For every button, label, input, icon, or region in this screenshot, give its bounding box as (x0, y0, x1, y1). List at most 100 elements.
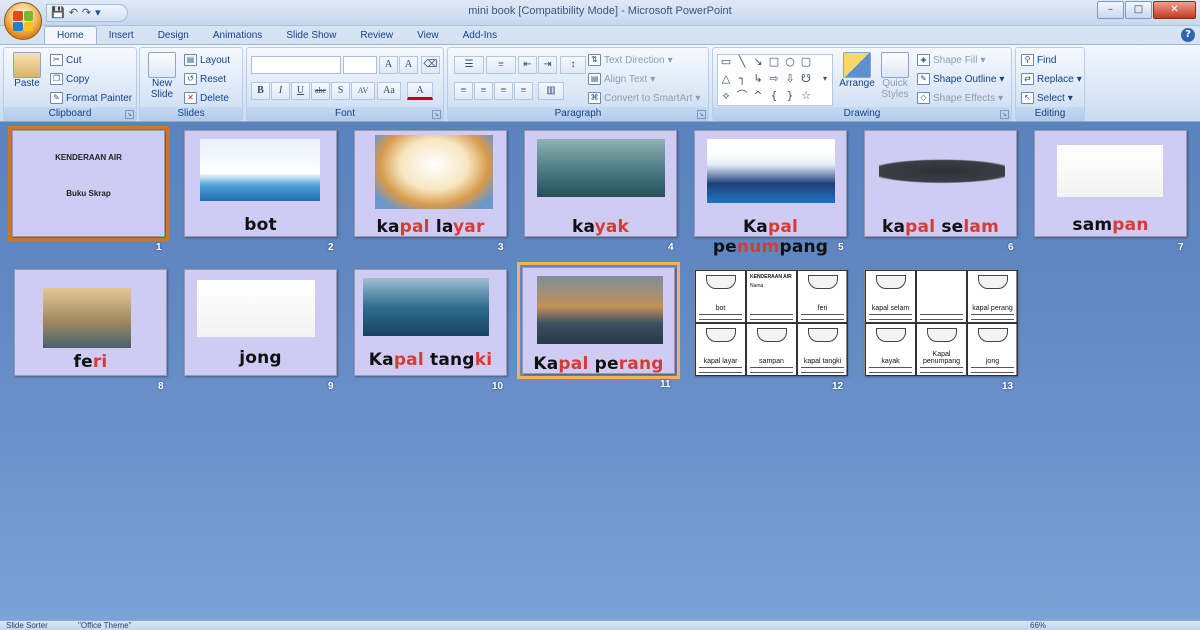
font-color-button[interactable]: A (407, 82, 433, 100)
rectangle-shape-icon[interactable]: □ (766, 55, 782, 70)
select-button[interactable]: ↖ Select ▾ (1021, 92, 1073, 104)
rounded-shape-icon[interactable]: ☋ (798, 72, 814, 87)
tab-slide-show[interactable]: Slide Show (274, 27, 348, 45)
bold-button[interactable]: B (251, 82, 270, 100)
elbow-arrow-shape-icon[interactable]: ↳ (750, 72, 766, 87)
slide-thumbnail-9[interactable]: jong (184, 269, 337, 376)
find-button[interactable]: ⚲ Find (1021, 54, 1056, 66)
arrow-line-shape-icon[interactable]: ↘ (750, 55, 766, 70)
brace-right-shape-icon[interactable]: } (782, 89, 798, 104)
office-button[interactable] (4, 2, 42, 40)
align-right-button[interactable]: ≡ (494, 82, 513, 100)
curve-shape-icon[interactable]: ⌒ (734, 89, 750, 104)
close-button[interactable]: ✕ (1153, 1, 1196, 19)
justify-button[interactable]: ≡ (514, 82, 533, 100)
slide-thumbnail-12[interactable]: bot KENDERAAN AIR Nama feri kapal layar sampa… (694, 269, 848, 376)
format-painter-button[interactable]: ✎ Format Painter (50, 92, 132, 104)
oval-shape-icon[interactable]: ○ (782, 55, 798, 70)
clear-formatting-button[interactable]: ⌫ (421, 56, 440, 74)
italic-button[interactable]: I (271, 82, 290, 100)
slide-thumbnail-7[interactable]: sampan (1034, 130, 1187, 237)
dialog-launcher-icon[interactable]: ↘ (125, 110, 134, 119)
writing-lines (750, 367, 793, 373)
slide-thumbnail-2[interactable]: bot (184, 130, 337, 237)
new-slide-button[interactable]: New Slide (144, 52, 180, 100)
copy-button[interactable]: ❐ Copy (50, 73, 89, 85)
arrange-button[interactable]: Arrange (837, 52, 877, 89)
strikethrough-button[interactable]: abc (311, 82, 330, 100)
shadow-button[interactable]: S (331, 82, 350, 100)
cut-button[interactable]: ✂ Cut (50, 54, 82, 66)
columns-button[interactable]: ▥ (538, 82, 564, 100)
convert-smartart-button[interactable]: ⌘ Convert to SmartArt ▾ (588, 92, 700, 104)
reset-button[interactable]: ↺ Reset (184, 73, 226, 85)
help-icon[interactable]: ? (1181, 28, 1195, 42)
dialog-launcher-icon[interactable]: ↘ (432, 110, 441, 119)
tab-home[interactable]: Home (44, 26, 97, 45)
paste-button[interactable]: Paste (10, 52, 44, 89)
restore-button[interactable]: □ (1125, 1, 1152, 19)
paint-bucket-icon: ◈ (917, 54, 930, 66)
align-text-button[interactable]: ▤ Align Text ▾ (588, 73, 655, 85)
character-spacing-button[interactable]: AV (351, 82, 375, 100)
tab-view[interactable]: View (405, 27, 451, 45)
layout-button[interactable]: ▤ Layout (184, 54, 230, 66)
slide-thumbnail-1[interactable]: KENDERAAN AIR Buku Skrap (8, 126, 169, 241)
slide-thumbnail-8[interactable]: feri (14, 269, 167, 376)
decrease-indent-button[interactable]: ⇤ (518, 56, 537, 74)
tab-animations[interactable]: Animations (201, 27, 274, 45)
slide-thumbnail-11[interactable]: Kapal perang (517, 262, 680, 379)
tab-design[interactable]: Design (146, 27, 201, 45)
slide-thumbnail-10[interactable]: Kapal tangki (354, 269, 507, 376)
zoom-level[interactable]: 66% (1030, 621, 1046, 630)
line-shape-icon[interactable]: ╲ (734, 55, 750, 70)
align-center-button[interactable]: ≡ (474, 82, 493, 100)
shapes-gallery[interactable]: ▭ ╲ ↘ □ ○ ▢ △ ┐ ↳ ⇨ ⇩ ☋ ⟡ ⌒ ^ { } ☆ ▾ (717, 54, 833, 106)
dialog-launcher-icon[interactable]: ↘ (1000, 110, 1009, 119)
shrink-font-button[interactable]: A (399, 56, 418, 74)
bracket-shape-icon[interactable]: ^ (750, 89, 766, 104)
slide-number: 12 (832, 381, 844, 392)
slide-thumbnail-13[interactable]: kapal selam kapal perang kayak Kapal penump… (864, 269, 1018, 376)
freeform-shape-icon[interactable]: ⟡ (718, 89, 734, 104)
smartart-icon: ⌘ (588, 92, 601, 104)
replace-button[interactable]: ⇄ Replace ▾ (1021, 73, 1082, 85)
numbering-button[interactable]: ≡ (486, 56, 516, 74)
tab-insert[interactable]: Insert (97, 27, 146, 45)
shape-outline-button[interactable]: ✎ Shape Outline ▾ (917, 73, 1004, 85)
gallery-more-icon[interactable]: ▾ (817, 72, 833, 87)
change-case-button[interactable]: Aa (377, 82, 401, 100)
right-arrow-shape-icon[interactable]: ⇨ (766, 72, 782, 87)
triangle-shape-icon[interactable]: △ (718, 72, 734, 87)
grow-font-button[interactable]: A (379, 56, 398, 74)
down-arrow-shape-icon[interactable]: ⇩ (782, 72, 798, 87)
slide-thumbnail-5[interactable]: Kapal penumpang (694, 130, 847, 257)
syllable: la (429, 217, 453, 237)
elbow-connector-shape-icon[interactable]: ┐ (734, 72, 750, 87)
brace-left-shape-icon[interactable]: { (766, 89, 782, 104)
slide-thumbnail-6[interactable]: kapal selam (864, 130, 1017, 237)
align-left-button[interactable]: ≡ (454, 82, 473, 100)
copy-label: Copy (66, 73, 90, 85)
font-size-dropdown[interactable] (343, 56, 377, 74)
tab-review[interactable]: Review (348, 27, 405, 45)
star-shape-icon[interactable]: ☆ (798, 89, 814, 104)
increase-indent-button[interactable]: ⇥ (538, 56, 557, 74)
rounded-rect-shape-icon[interactable]: ▢ (798, 55, 814, 70)
dialog-launcher-icon[interactable]: ↘ (697, 110, 706, 119)
slide-thumbnail-3[interactable]: kapal layar (354, 130, 507, 237)
clipboard-group: Paste ✂ Cut ❐ Copy ✎ Format Painter Clipboa… (3, 47, 137, 121)
text-direction-button[interactable]: ⇅ Text Direction ▾ (588, 54, 673, 66)
bullets-button[interactable]: ☰ (454, 56, 484, 74)
quick-styles-button[interactable]: Quick Styles (877, 52, 913, 100)
text-box-shape-icon[interactable]: ▭ (718, 55, 734, 70)
minimize-button[interactable]: – (1097, 1, 1124, 19)
delete-button[interactable]: ✕ Delete (184, 92, 229, 104)
font-name-dropdown[interactable] (251, 56, 341, 74)
shape-fill-button[interactable]: ◈ Shape Fill ▾ (917, 54, 986, 66)
line-spacing-button[interactable]: ↕ (560, 56, 586, 74)
tab-add-ins[interactable]: Add-Ins (451, 27, 509, 45)
shape-effects-button[interactable]: ◇ Shape Effects ▾ (917, 92, 1003, 104)
underline-button[interactable]: U (291, 82, 310, 100)
slide-thumbnail-4[interactable]: kayak (524, 130, 677, 237)
